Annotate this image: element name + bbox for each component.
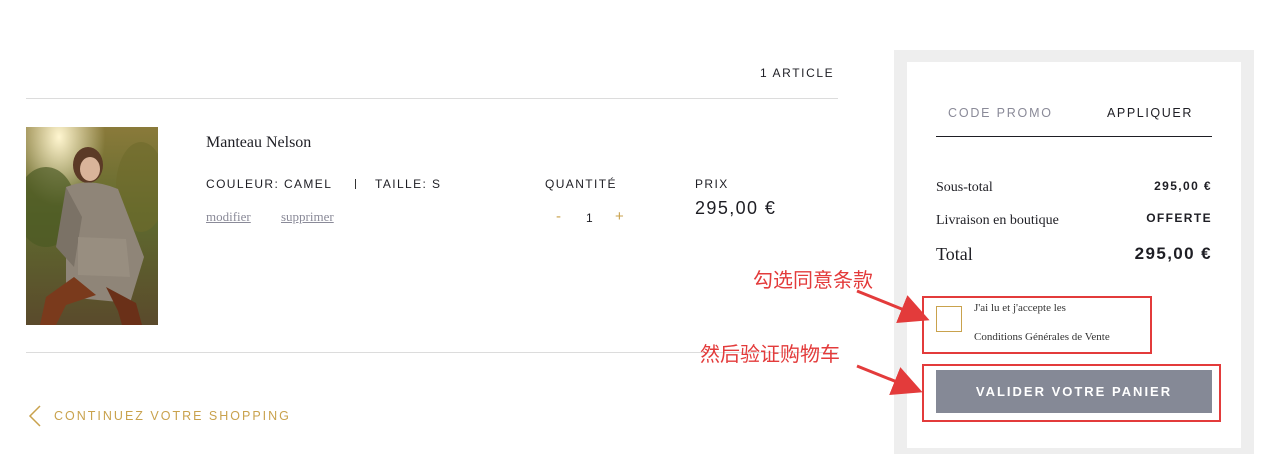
- arrow-to-cta: [856, 364, 923, 396]
- arrow-to-checkbox: [856, 289, 930, 323]
- annotation-arrows: [856, 289, 930, 396]
